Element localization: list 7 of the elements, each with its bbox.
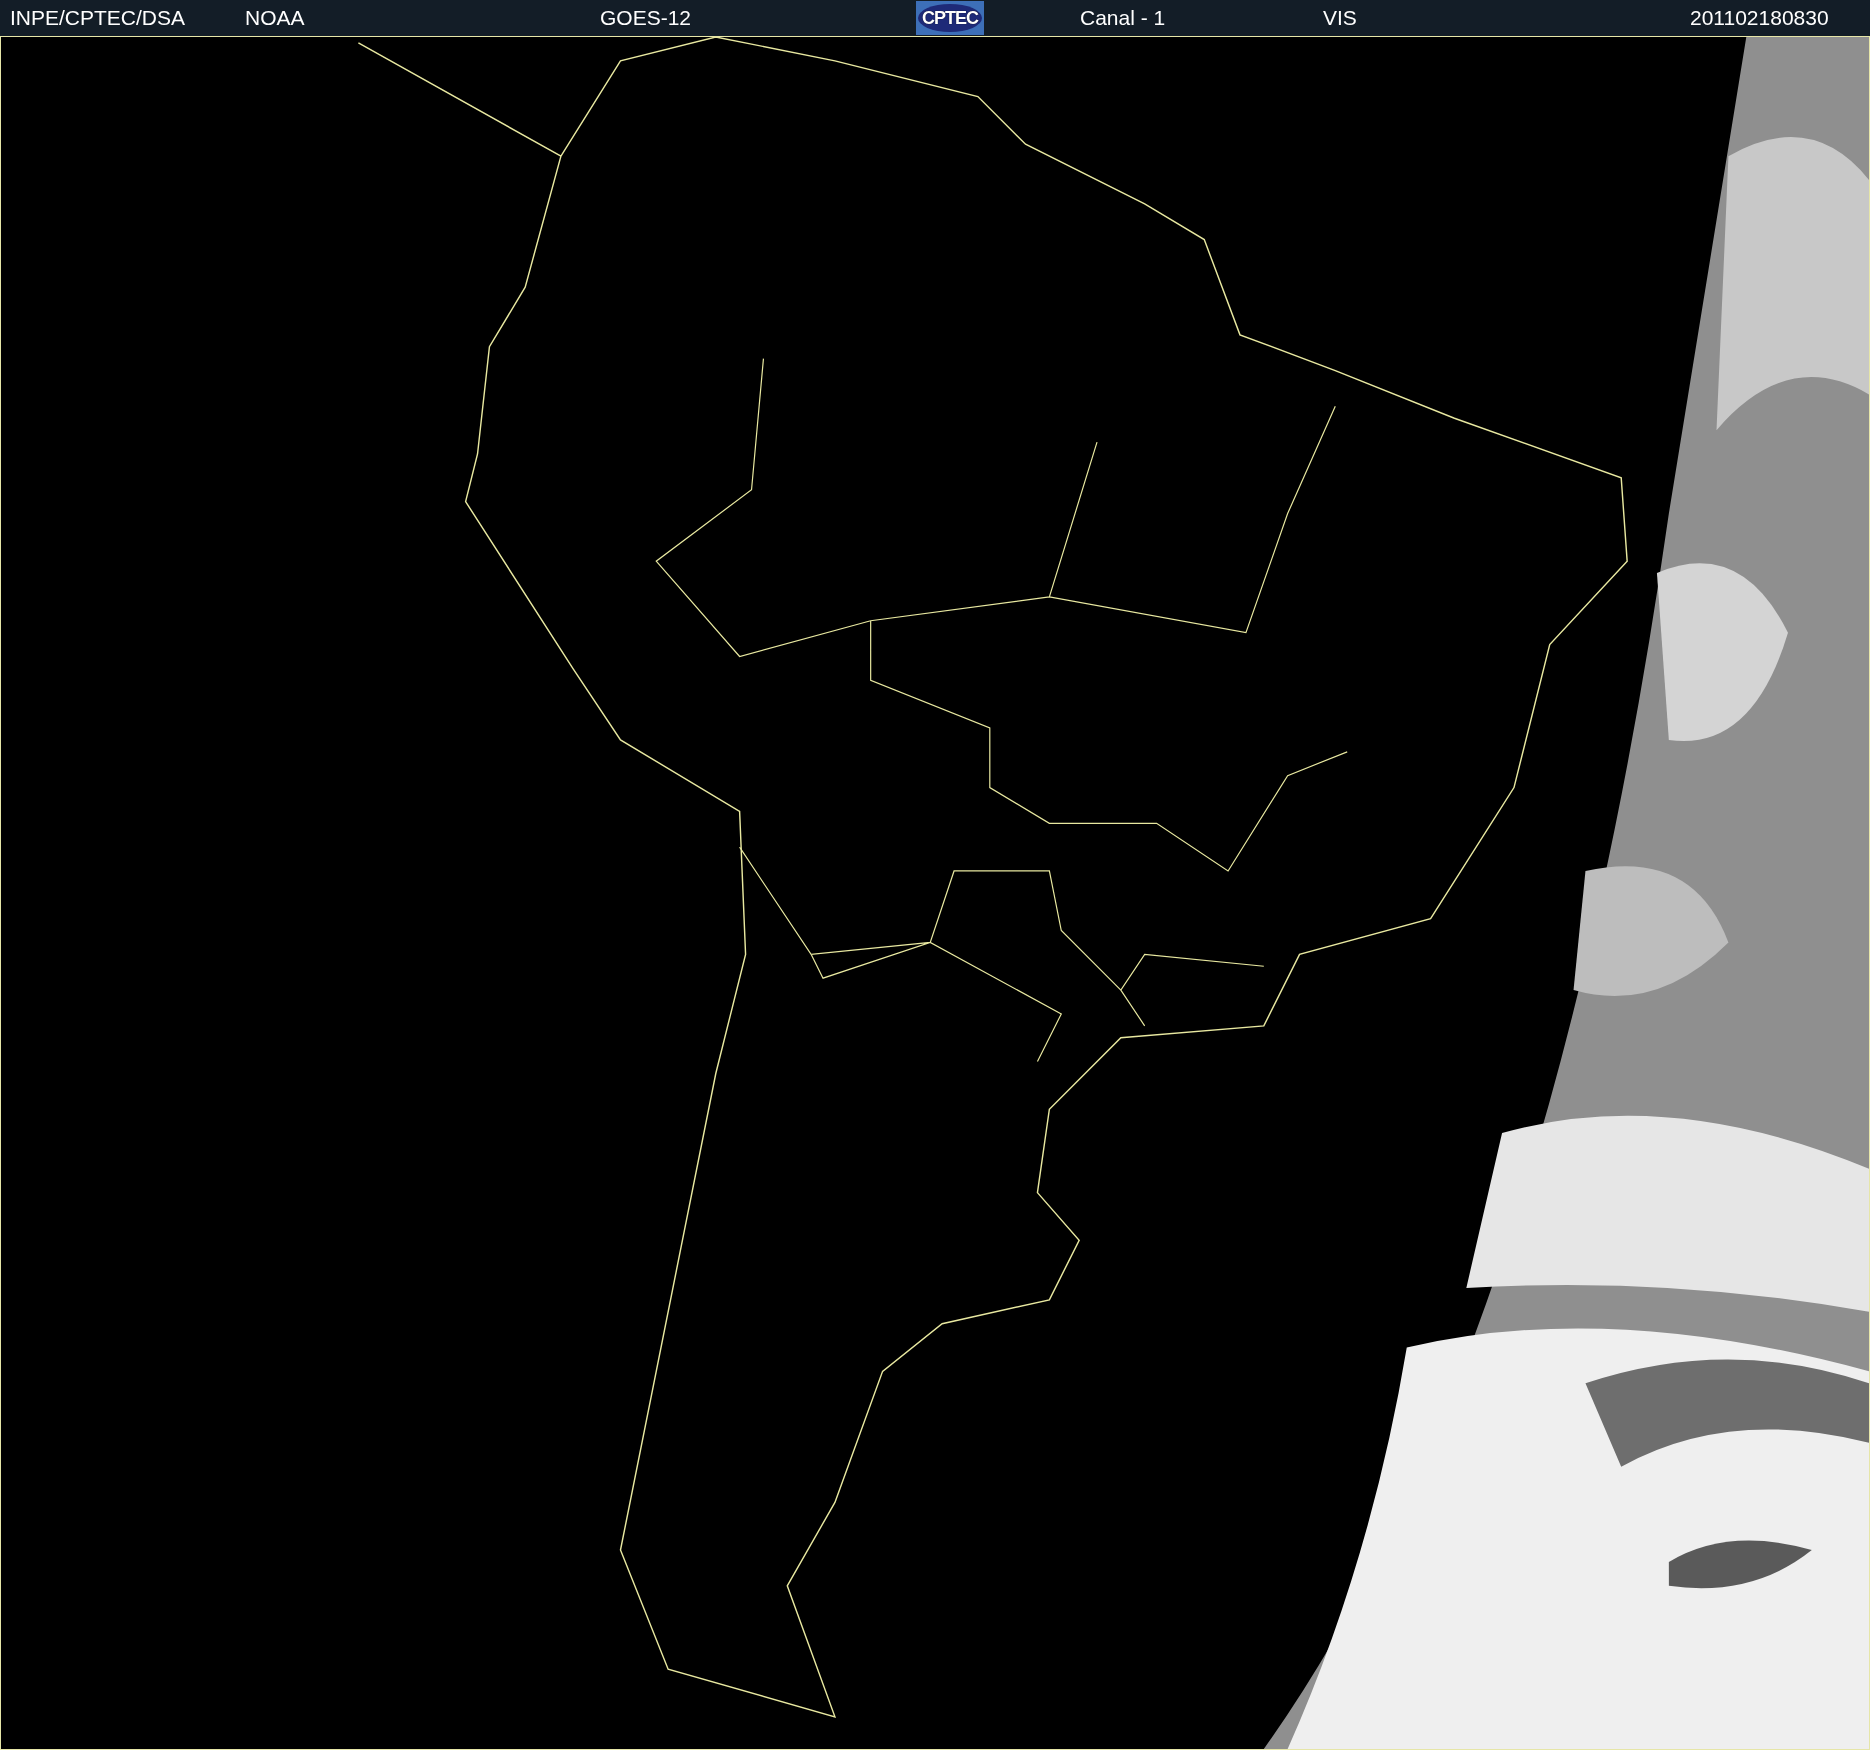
header-label: VIS — [1323, 6, 1358, 30]
header-label: Canal - 1 — [1080, 6, 1167, 30]
header-label: INPE/CPTEC/DSA — [10, 6, 187, 30]
logo: CPTEC — [916, 1, 984, 35]
header-label: NOAA — [245, 6, 306, 30]
header-label: 201102180830 — [1690, 6, 1830, 30]
header-label: GOES-12 — [600, 6, 693, 30]
